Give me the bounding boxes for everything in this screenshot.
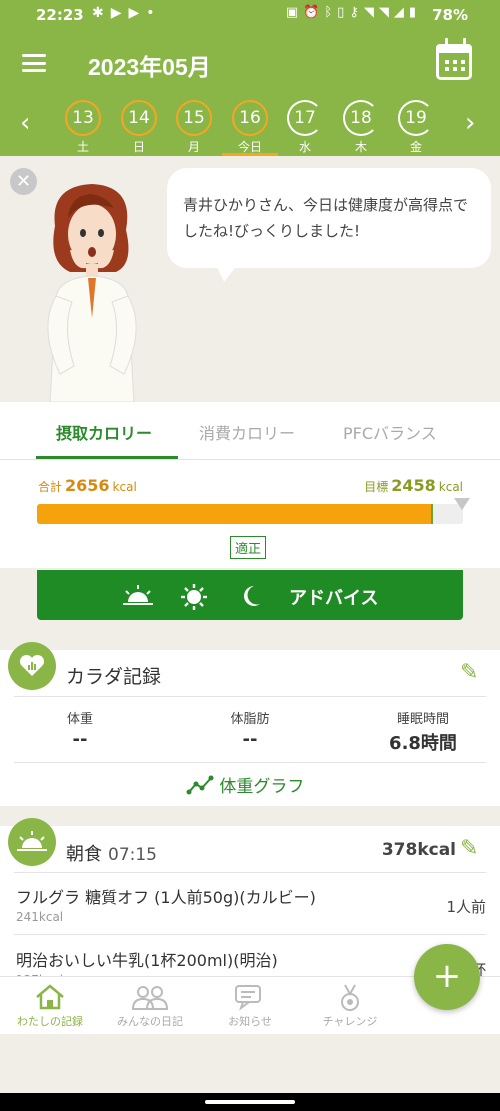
calorie-total: 合計 2656 kcal bbox=[38, 476, 137, 495]
body-record-card: カラダ記録 ✎ 体重 -- 体脂肪 -- 睡眠時間 6.8時間 体重グラフ bbox=[0, 642, 500, 806]
character-illustration bbox=[47, 184, 137, 402]
calorie-progress-fill bbox=[37, 504, 434, 524]
people-icon bbox=[100, 983, 200, 1011]
day-14[interactable]: 14 日 bbox=[121, 100, 157, 155]
advice-button[interactable]: アドバイス bbox=[37, 570, 463, 620]
wifi-icon: ◥ bbox=[378, 5, 389, 20]
vibrate-icon: ▯ bbox=[337, 5, 345, 20]
status-time: 22:23 bbox=[36, 6, 84, 24]
calorie-tabs: 摂取カロリー 消費カロリー PFCバランス bbox=[0, 402, 500, 460]
sunrise-icon bbox=[8, 818, 56, 866]
nav-challenge[interactable]: チャレンジ bbox=[300, 983, 400, 1029]
day-15[interactable]: 15 月 bbox=[176, 100, 212, 155]
nav-my-records[interactable]: わたしの記録 bbox=[0, 983, 100, 1029]
moon-icon bbox=[240, 584, 262, 612]
youtube-icon: ▶ bbox=[110, 5, 122, 21]
body-record-title: カラダ記録 bbox=[66, 666, 162, 688]
character-area: ✕ 青井ひかりさん、今日は健康度が高得点でしたね!びっくりしました! bbox=[0, 156, 500, 402]
metric-weight: 体重 -- bbox=[66, 712, 93, 750]
food-item[interactable]: フルグラ 糖質オフ (1人前50g)(カルビー) 241kcal 1人前 bbox=[16, 884, 486, 924]
signal-icon: ◢ bbox=[393, 5, 404, 20]
tab-intake-calories[interactable]: 摂取カロリー bbox=[56, 420, 152, 444]
target-marker bbox=[431, 504, 433, 524]
slack-icon: ✱ bbox=[92, 5, 104, 21]
system-nav-bar bbox=[0, 1093, 500, 1111]
status-bar: 22:23 ✱ ▶ ▶ • ▣ ⏰ ᛒ ▯ ⚷ ◥ ◥ ◢ ▮ 78% bbox=[0, 0, 500, 30]
meal-title: 朝食 07:15 bbox=[66, 844, 157, 865]
edit-pencil-icon[interactable]: ✎ bbox=[460, 836, 484, 861]
app-header: 2023年05月 ‹ › 13 土 14 日 15 月 16 今日 17 水 18 木 19… bbox=[0, 30, 500, 156]
tab-pfc-balance[interactable]: PFCバランス bbox=[343, 420, 437, 444]
tab-burned-calories[interactable]: 消費カロリー bbox=[199, 420, 295, 444]
key-icon: ⚷ bbox=[349, 5, 359, 20]
line-graph-icon bbox=[186, 775, 214, 795]
day-16-today[interactable]: 16 今日 bbox=[232, 100, 268, 155]
battery-icon: ▮ bbox=[408, 5, 416, 20]
bluetooth-icon: ᛒ bbox=[324, 5, 333, 20]
youtube-icon: ▶ bbox=[128, 5, 140, 21]
bar-end-marker bbox=[454, 498, 470, 510]
nav-everyone-diary[interactable]: みんなの日記 bbox=[100, 983, 200, 1029]
chevron-left-icon[interactable]: ‹ bbox=[20, 110, 30, 136]
active-tab-indicator bbox=[36, 456, 178, 459]
meal-time: 07:15 bbox=[108, 845, 157, 865]
menu-icon[interactable] bbox=[22, 54, 46, 72]
wifi-icon: ◥ bbox=[363, 5, 374, 20]
month-title: 2023年05月 bbox=[88, 54, 211, 80]
edit-pencil-icon[interactable]: ✎ bbox=[460, 660, 484, 685]
chat-icon bbox=[200, 983, 300, 1011]
nfc-icon: ▣ bbox=[285, 5, 299, 20]
calendar-icon[interactable] bbox=[436, 38, 472, 80]
divider bbox=[14, 696, 486, 697]
speech-bubble-tail bbox=[216, 264, 238, 282]
dot-icon: • bbox=[146, 5, 155, 21]
day-17[interactable]: 17 水 bbox=[287, 100, 323, 155]
metric-body-fat: 体脂肪 -- bbox=[230, 712, 270, 750]
metric-sleep: 睡眠時間 6.8時間 bbox=[389, 712, 457, 754]
status-badge: 適正 bbox=[230, 536, 267, 559]
medal-icon bbox=[300, 983, 400, 1011]
home-gesture-pill[interactable] bbox=[205, 1100, 295, 1104]
add-record-button[interactable]: + bbox=[414, 944, 480, 1010]
calorie-progress-bar bbox=[37, 504, 463, 524]
alarm-icon: ⏰ bbox=[303, 5, 320, 20]
divider bbox=[14, 872, 486, 873]
heart-chart-icon bbox=[8, 642, 56, 690]
calorie-target: 目標 2458 kcal bbox=[364, 476, 463, 495]
weight-graph-link[interactable]: 体重グラフ bbox=[186, 772, 304, 797]
chevron-right-icon[interactable]: › bbox=[465, 110, 475, 136]
advice-label: アドバイス bbox=[289, 588, 379, 609]
day-19[interactable]: 19 金 bbox=[398, 100, 434, 155]
sunrise-icon bbox=[123, 584, 153, 610]
day-13[interactable]: 13 土 bbox=[65, 100, 101, 155]
calorie-panel: 合計 2656 kcal 目標 2458 kcal 適正 bbox=[0, 460, 500, 568]
divider bbox=[14, 934, 486, 935]
sun-icon bbox=[181, 584, 207, 614]
speech-bubble: 青井ひかりさん、今日は健康度が高得点でしたね!びっくりしました! bbox=[167, 168, 491, 268]
battery-percent: 78% bbox=[432, 6, 468, 24]
nav-notifications[interactable]: お知らせ bbox=[200, 983, 300, 1029]
day-18[interactable]: 18 木 bbox=[343, 100, 379, 155]
meal-total-kcal: 378kcal bbox=[381, 840, 456, 860]
home-icon bbox=[0, 983, 100, 1011]
divider bbox=[14, 762, 486, 763]
